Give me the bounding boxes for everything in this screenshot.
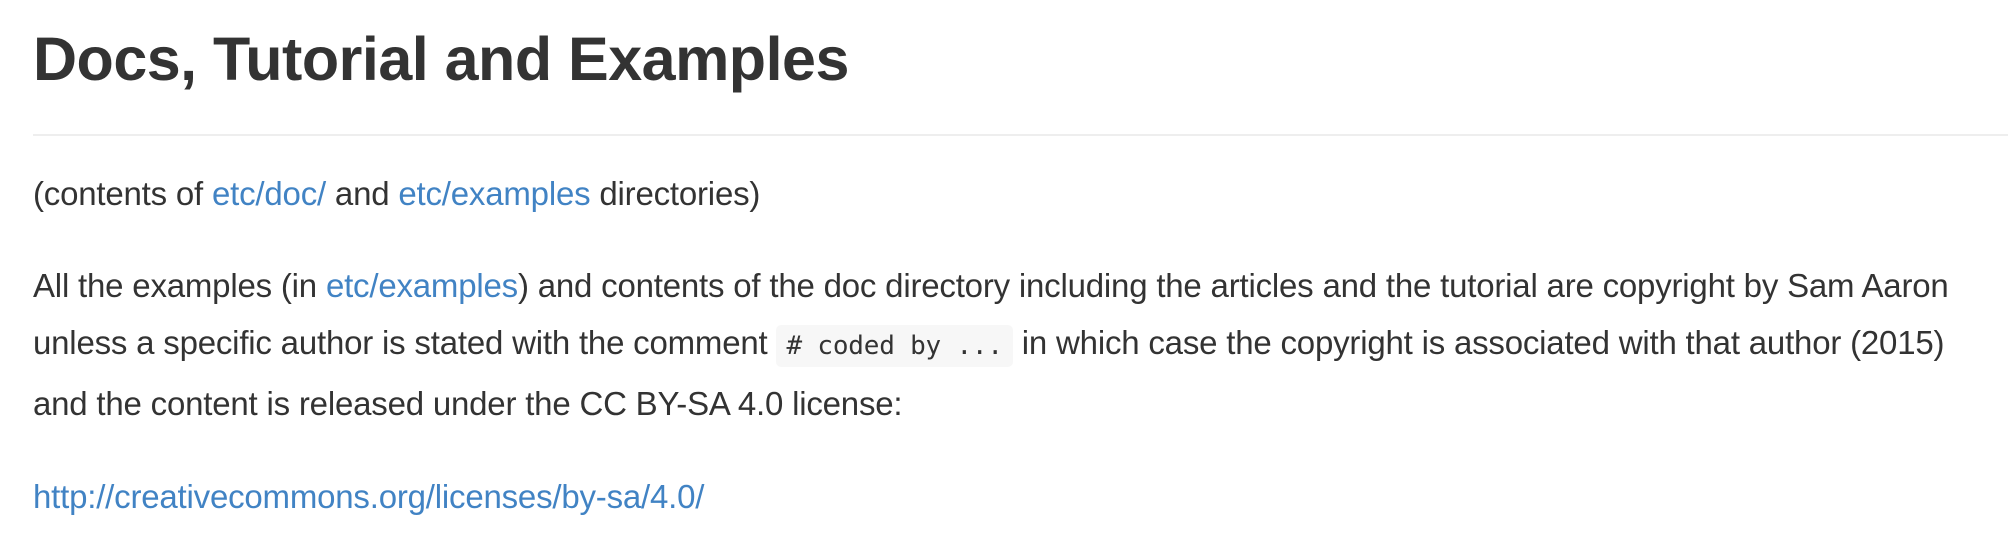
dirs-suffix: directories): [590, 175, 761, 212]
copyright-prefix: All the examples (in: [33, 267, 326, 304]
dirs-middle: and: [325, 175, 399, 212]
etc-examples-link[interactable]: etc/examples: [398, 175, 590, 212]
heading-divider: [33, 134, 2008, 136]
directories-paragraph: (contents of etc/doc/ and etc/examples d…: [33, 165, 1975, 222]
license-paragraph: http://creativecommons.org/licenses/by-s…: [33, 468, 1975, 525]
coded-by-code: # coded by ...: [776, 325, 1013, 367]
etc-examples-inline-link[interactable]: etc/examples: [326, 267, 518, 304]
document: Docs, Tutorial and Examples (contents of…: [0, 0, 2008, 542]
etc-doc-link[interactable]: etc/doc/: [212, 175, 326, 212]
page-title: Docs, Tutorial and Examples: [33, 25, 849, 93]
dirs-prefix: (contents of: [33, 175, 212, 212]
license-link[interactable]: http://creativecommons.org/licenses/by-s…: [33, 478, 704, 515]
copyright-paragraph: All the examples (in etc/examples) and c…: [33, 257, 1975, 432]
